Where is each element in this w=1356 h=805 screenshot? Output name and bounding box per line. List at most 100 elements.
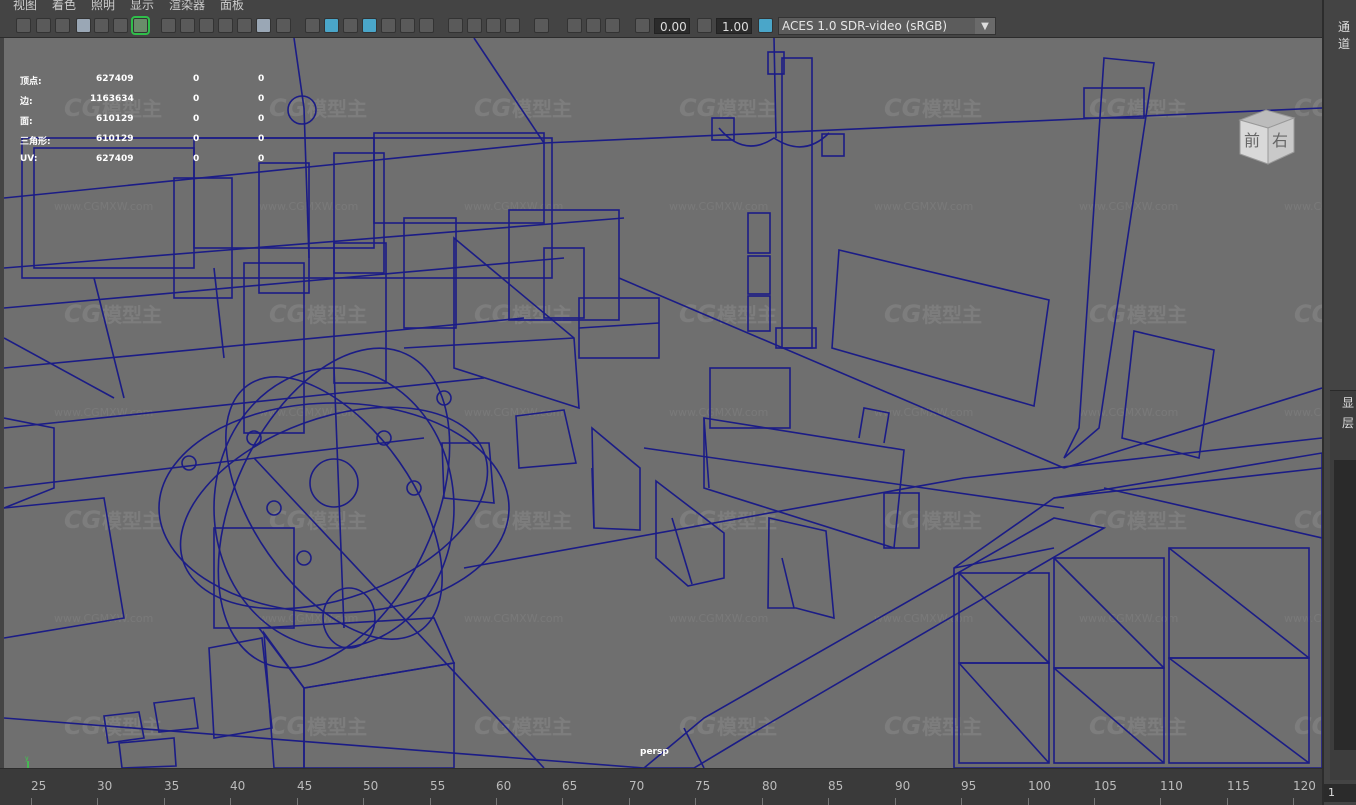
color-management-icon[interactable] bbox=[758, 18, 773, 33]
wireframe-scene: CG 模型主 www.CGMXW.com bbox=[4, 38, 1322, 768]
hud-value: 0 bbox=[193, 114, 200, 124]
safe-action-icon[interactable] bbox=[256, 18, 271, 33]
tick-mark bbox=[695, 798, 696, 805]
menu-shading[interactable]: 着色 bbox=[52, 0, 76, 11]
smooth-shade-icon[interactable] bbox=[324, 18, 339, 33]
menu-renderer[interactable]: 渲染器 bbox=[169, 0, 205, 11]
tick-mark bbox=[762, 798, 763, 805]
default-material-icon[interactable] bbox=[343, 18, 358, 33]
wireframe-on-shaded-icon[interactable] bbox=[362, 18, 377, 33]
timeline-tick: 105 bbox=[1094, 779, 1117, 793]
axis-indicator: y x z bbox=[25, 755, 29, 768]
bookmark-icon[interactable] bbox=[55, 18, 70, 33]
time-slider[interactable]: 25 30 35 40 45 50 55 60 65 70 75 80 85 9… bbox=[0, 768, 1322, 805]
timeline-tick: 110 bbox=[1160, 779, 1183, 793]
grease-pencil-icon[interactable] bbox=[113, 18, 128, 33]
hud-value: 0 bbox=[193, 134, 200, 144]
hud-value: 0 bbox=[258, 74, 265, 84]
colorspace-dropdown[interactable]: ACES 1.0 SDR-video (sRGB) ▼ bbox=[778, 17, 996, 35]
hud-value: 0 bbox=[193, 94, 200, 104]
xray-icon[interactable] bbox=[567, 18, 582, 33]
chevron-down-icon: ▼ bbox=[975, 18, 995, 34]
camera-label: persp bbox=[640, 747, 669, 757]
tick-mark bbox=[1028, 798, 1029, 805]
timeline-tick: 85 bbox=[828, 779, 844, 793]
tick-mark bbox=[828, 798, 829, 805]
resolution-gate-icon[interactable] bbox=[199, 18, 214, 33]
timeline-tick: 95 bbox=[961, 779, 977, 793]
tick-mark bbox=[1293, 798, 1294, 805]
colorspace-value: ACES 1.0 SDR-video (sRGB) bbox=[782, 19, 948, 33]
timeline-tick: 35 bbox=[164, 779, 180, 793]
use-lights-icon[interactable] bbox=[400, 18, 415, 33]
current-frame-field[interactable]: 1 bbox=[1324, 784, 1356, 802]
tick-mark bbox=[1094, 798, 1095, 805]
field-chart-icon[interactable] bbox=[237, 18, 252, 33]
panel-menu-bar: 视图 着色 照明 显示 渲染器 面板 bbox=[0, 0, 1322, 13]
exposure-field[interactable]: 0.00 bbox=[654, 18, 690, 34]
hud-label: 面: bbox=[20, 117, 33, 127]
timeline-tick: 30 bbox=[97, 779, 113, 793]
timeline-tick: 75 bbox=[695, 779, 711, 793]
2d-pan-zoom-icon[interactable] bbox=[94, 18, 109, 33]
menu-panels[interactable]: 面板 bbox=[220, 0, 244, 11]
hud-value: 627409 bbox=[96, 74, 134, 84]
wireframe-toggle-icon[interactable] bbox=[131, 16, 150, 35]
safe-title-icon[interactable] bbox=[276, 18, 291, 33]
hud-value: 0 bbox=[258, 134, 265, 144]
timeline-tick: 25 bbox=[31, 779, 47, 793]
tick-mark bbox=[97, 798, 98, 805]
display-tab[interactable]: 显 bbox=[1342, 394, 1354, 411]
tick-mark bbox=[164, 798, 165, 805]
exposure-icon[interactable] bbox=[635, 18, 650, 33]
camera-attributes-icon[interactable] bbox=[36, 18, 51, 33]
gamma-field[interactable]: 1.00 bbox=[716, 18, 752, 34]
xray-components-icon[interactable] bbox=[605, 18, 620, 33]
viewcube[interactable]: 前 右 bbox=[1232, 106, 1302, 166]
hud-value: 0 bbox=[193, 154, 200, 164]
layer-list[interactable] bbox=[1334, 460, 1356, 750]
hud-value: 1163634 bbox=[90, 94, 134, 104]
viewcube-right-label[interactable]: 右 bbox=[1272, 131, 1288, 150]
hud-label: 三角形: bbox=[20, 137, 51, 147]
channel-box-tab[interactable]: 通道 bbox=[1338, 18, 1356, 52]
layers-menu[interactable]: 层 bbox=[1342, 414, 1354, 431]
timeline-tick: 55 bbox=[430, 779, 446, 793]
timeline-tick: 60 bbox=[496, 779, 512, 793]
tick-mark bbox=[31, 798, 32, 805]
image-plane-icon[interactable] bbox=[76, 18, 91, 33]
ambient-occlusion-icon[interactable] bbox=[448, 18, 463, 33]
film-gate-icon[interactable] bbox=[180, 18, 195, 33]
hud-value: 610129 bbox=[96, 134, 134, 144]
tick-mark bbox=[1160, 798, 1161, 805]
timeline-tick: 40 bbox=[230, 779, 246, 793]
tick-mark bbox=[297, 798, 298, 805]
gate-mask-icon[interactable] bbox=[218, 18, 233, 33]
svg-text:y: y bbox=[25, 755, 29, 762]
xray-joints-icon[interactable] bbox=[586, 18, 601, 33]
motion-blur-icon[interactable] bbox=[467, 18, 482, 33]
timeline-tick: 90 bbox=[895, 779, 911, 793]
multisample-aa-icon[interactable] bbox=[486, 18, 501, 33]
timeline-tick: 50 bbox=[363, 779, 379, 793]
tick-mark bbox=[230, 798, 231, 805]
menu-lighting[interactable]: 照明 bbox=[91, 0, 115, 11]
shadows-icon[interactable] bbox=[419, 18, 434, 33]
menu-view[interactable]: 视图 bbox=[13, 0, 37, 11]
grid-icon[interactable] bbox=[161, 18, 176, 33]
timeline-tick: 100 bbox=[1028, 779, 1051, 793]
select-camera-icon[interactable] bbox=[16, 18, 31, 33]
menu-show[interactable]: 显示 bbox=[130, 0, 154, 11]
3d-viewport[interactable]: CG 模型主 www.CGMXW.com bbox=[4, 38, 1322, 768]
hud-value: 0 bbox=[193, 74, 200, 84]
hud-value: 0 bbox=[258, 94, 265, 104]
tick-mark bbox=[1227, 798, 1228, 805]
textured-icon[interactable] bbox=[381, 18, 396, 33]
isolate-select-icon[interactable] bbox=[534, 18, 549, 33]
viewcube-front-label[interactable]: 前 bbox=[1244, 131, 1260, 150]
tick-mark bbox=[562, 798, 563, 805]
timeline-tick: 115 bbox=[1227, 779, 1250, 793]
depth-of-field-icon[interactable] bbox=[505, 18, 520, 33]
wireframe-shading-icon[interactable] bbox=[305, 18, 320, 33]
gamma-icon[interactable] bbox=[697, 18, 712, 33]
